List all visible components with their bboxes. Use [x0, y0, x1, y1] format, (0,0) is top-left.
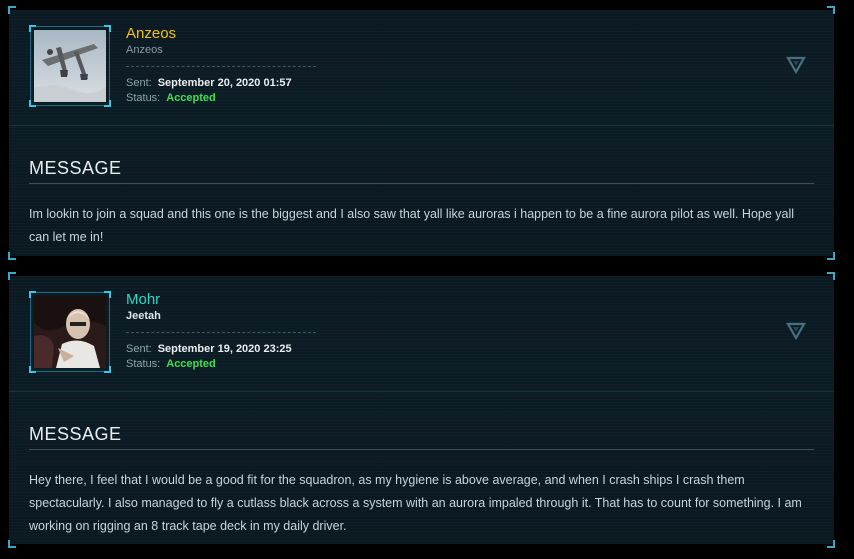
divider — [126, 332, 316, 333]
applicant-org: Anzeos — [126, 44, 163, 56]
application-card: Anzeos Anzeos Sent: September 20, 2020 01… — [8, 6, 835, 260]
status-row: Status: Accepted — [126, 358, 216, 370]
avatar-image — [34, 30, 106, 102]
avatar[interactable] — [29, 25, 111, 107]
sent-label: Sent: — [126, 343, 152, 355]
sent-label: Sent: — [126, 77, 152, 89]
expand-toggle-button[interactable] — [786, 56, 806, 75]
status-badge: Accepted — [166, 358, 216, 370]
sent-date: September 20, 2020 01:57 — [157, 77, 292, 89]
avatar[interactable] — [29, 291, 111, 373]
status-label: Status: — [126, 92, 161, 104]
applicant-handle[interactable]: Anzeos — [126, 25, 176, 42]
applicant-handle[interactable]: Mohr — [126, 291, 160, 308]
application-card: Mohr Jeetah Sent: September 19, 2020 23:2… — [8, 272, 835, 548]
applicant-org: Jeetah — [126, 310, 161, 322]
sent-date: September 19, 2020 23:25 — [157, 343, 292, 355]
applicant-header: Anzeos Anzeos Sent: September 20, 2020 01… — [9, 10, 834, 126]
applicant-header: Mohr Jeetah Sent: September 19, 2020 23:2… — [9, 276, 834, 392]
expand-toggle-button[interactable] — [786, 322, 806, 341]
message-section: MESSAGE Im lookin to join a squad and th… — [9, 126, 834, 249]
status-badge: Accepted — [166, 92, 216, 104]
triangle-down-icon — [786, 56, 806, 75]
message-text: Hey there, I feel that I would be a good… — [29, 473, 802, 533]
sent-row: Sent: September 20, 2020 01:57 — [126, 77, 292, 89]
sent-row: Sent: September 19, 2020 23:25 — [126, 343, 292, 355]
divider — [126, 66, 316, 67]
message-heading: MESSAGE — [29, 126, 814, 184]
message-heading: MESSAGE — [29, 392, 814, 450]
avatar-image — [34, 296, 106, 368]
status-label: Status: — [126, 358, 161, 370]
message-text: Im lookin to join a squad and this one i… — [29, 207, 795, 244]
status-row: Status: Accepted — [126, 92, 216, 104]
triangle-down-icon — [786, 322, 806, 341]
message-section: MESSAGE Hey there, I feel that I would b… — [9, 392, 834, 538]
